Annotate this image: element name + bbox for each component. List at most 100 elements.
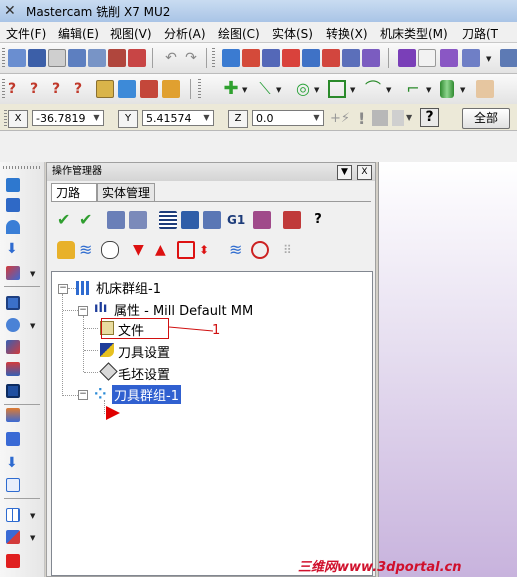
insert-arrow-icon[interactable]	[177, 241, 195, 259]
solid-box-icon[interactable]	[6, 296, 20, 310]
tree-properties[interactable]: 属性 - Mill Default MM	[114, 300, 253, 319]
rotate-icon[interactable]	[440, 49, 458, 67]
planes-icon[interactable]	[418, 49, 436, 67]
tab-solids[interactable]: 实体管理	[97, 183, 155, 202]
tree-toolpath-group[interactable]: 刀具群组-1	[112, 385, 181, 404]
exclamation-icon[interactable]: !	[358, 109, 368, 128]
chevron-down-icon[interactable]: ▼	[460, 86, 465, 94]
zoom-window-icon[interactable]	[222, 49, 240, 67]
chevron-down-icon[interactable]: ▼	[30, 322, 35, 330]
solid-sphere-icon[interactable]	[6, 318, 20, 332]
circle-icon[interactable]: ◎	[294, 80, 312, 98]
graphics-viewport[interactable]	[378, 162, 517, 577]
menu-edit[interactable]: 编辑(E)	[58, 25, 99, 42]
analyze-distance-icon[interactable]: ?	[30, 80, 48, 98]
analyze-chain-icon[interactable]: ?	[74, 80, 92, 98]
close-icon[interactable]: X	[357, 165, 372, 180]
chevron-down-icon[interactable]: ▼	[30, 534, 35, 542]
open-file-icon[interactable]	[28, 49, 46, 67]
y-key[interactable]: Y	[118, 110, 138, 128]
x-key[interactable]: X	[8, 110, 28, 128]
z-field[interactable]: 0.0 ▼	[252, 110, 324, 126]
verify-icon[interactable]	[181, 211, 199, 229]
cylinder-icon[interactable]	[440, 80, 454, 98]
scroll-to-arrow-icon[interactable]: ⬍	[199, 241, 217, 259]
screen-icon[interactable]	[462, 49, 480, 67]
xform-down-arrow-icon[interactable]: ⬇	[6, 242, 20, 256]
menu-solids[interactable]: 实体(S)	[272, 25, 313, 42]
new-file-icon[interactable]	[8, 49, 26, 67]
more-icon[interactable]	[500, 49, 517, 67]
post-icon[interactable]: G1	[227, 211, 249, 229]
regenerate-icon[interactable]	[107, 211, 125, 229]
unzoom-icon[interactable]	[282, 49, 300, 67]
tab-toolpaths[interactable]: 刀路	[51, 183, 97, 202]
line-icon[interactable]: ⟍	[256, 80, 274, 98]
color-shapes-icon[interactable]	[6, 530, 20, 544]
chevron-down-icon[interactable]: ▼	[311, 112, 322, 124]
z-key[interactable]: Z	[228, 110, 248, 128]
highfeed-icon[interactable]	[253, 211, 271, 229]
chevron-down-icon[interactable]: ▼	[201, 112, 212, 124]
chevron-down-icon[interactable]: ▼	[406, 110, 416, 126]
rectangle-icon[interactable]	[328, 80, 346, 98]
fast-point-icon[interactable]: +⚡	[330, 111, 354, 127]
menu-xform[interactable]: 转换(X)	[326, 25, 368, 42]
y-field[interactable]: 5.41574 ▼	[142, 110, 214, 126]
lock-icon[interactable]	[57, 241, 75, 259]
chevron-down-icon[interactable]: ▼	[386, 86, 391, 94]
xform-arc-icon[interactable]	[6, 220, 20, 234]
display-mode-icon[interactable]	[251, 241, 269, 259]
zoom-in-icon[interactable]	[322, 49, 340, 67]
text-icon[interactable]	[476, 80, 494, 98]
clean-icon[interactable]: ⠿	[283, 241, 301, 259]
stats-icon[interactable]	[140, 80, 158, 98]
tree-stock-settings[interactable]: 毛坯设置	[118, 364, 170, 383]
red-square-icon[interactable]	[6, 554, 20, 568]
xform-rotate-icon[interactable]	[6, 198, 20, 212]
x-field[interactable]: -36.7819 ▼	[32, 110, 104, 126]
regenerate-dirty-icon[interactable]	[129, 211, 147, 229]
toggle-display-icon[interactable]: ≋	[79, 241, 97, 259]
zoom-target-icon[interactable]	[302, 49, 320, 67]
analyze-angle-icon[interactable]: ?	[52, 80, 70, 98]
fit-icon[interactable]	[242, 49, 260, 67]
menu-file[interactable]: 文件(F)	[6, 25, 46, 42]
grid-layout-icon[interactable]	[6, 508, 20, 522]
collapse-icon[interactable]: −	[78, 390, 88, 400]
chevron-down-icon[interactable]: ▼	[91, 112, 102, 124]
move-down-icon[interactable]: ▼	[133, 241, 151, 259]
print-icon[interactable]	[68, 49, 86, 67]
single-display-icon[interactable]: ≋	[229, 241, 247, 259]
collapse-icon[interactable]: −	[58, 284, 68, 294]
spline-icon[interactable]: ⌐	[404, 80, 422, 98]
solid-trim-icon[interactable]: ⬇	[6, 456, 20, 470]
collapse-icon[interactable]: −	[78, 306, 88, 316]
solid-shell-icon[interactable]	[6, 384, 20, 398]
all-button[interactable]: 全部	[462, 108, 510, 129]
help-icon[interactable]: ?	[309, 211, 327, 229]
zoom-selected-icon[interactable]	[362, 49, 380, 67]
delete-ops-icon[interactable]	[283, 211, 301, 229]
fillet-icon[interactable]: ⌒	[364, 80, 382, 98]
grid-icon[interactable]	[96, 80, 114, 98]
xform-translate-icon[interactable]	[6, 178, 20, 192]
chevron-down-icon[interactable]: ▼	[337, 165, 352, 180]
chevron-down-icon[interactable]: ▼	[426, 86, 431, 94]
menu-machine-type[interactable]: 机床类型(M)	[380, 25, 448, 42]
backplot-icon[interactable]	[159, 211, 177, 229]
analyze-icon[interactable]: ?	[8, 80, 26, 98]
help-icon[interactable]: ?	[420, 108, 439, 127]
view-icon[interactable]	[88, 49, 106, 67]
solid-fillet-icon[interactable]	[6, 340, 20, 354]
palette-icon[interactable]	[162, 80, 180, 98]
chevron-down-icon[interactable]: ▼	[276, 86, 281, 94]
zoom-out-icon[interactable]	[342, 49, 360, 67]
point-icon[interactable]: ✚	[222, 80, 240, 98]
cut-icon[interactable]	[108, 49, 126, 67]
chevron-down-icon[interactable]: ▼	[30, 270, 35, 278]
chevron-down-icon[interactable]: ▼	[350, 86, 355, 94]
autocursor-config-icon[interactable]	[372, 110, 388, 126]
autocursor-dropdown-icon[interactable]	[392, 110, 404, 126]
chevron-down-icon[interactable]: ▼	[242, 86, 247, 94]
